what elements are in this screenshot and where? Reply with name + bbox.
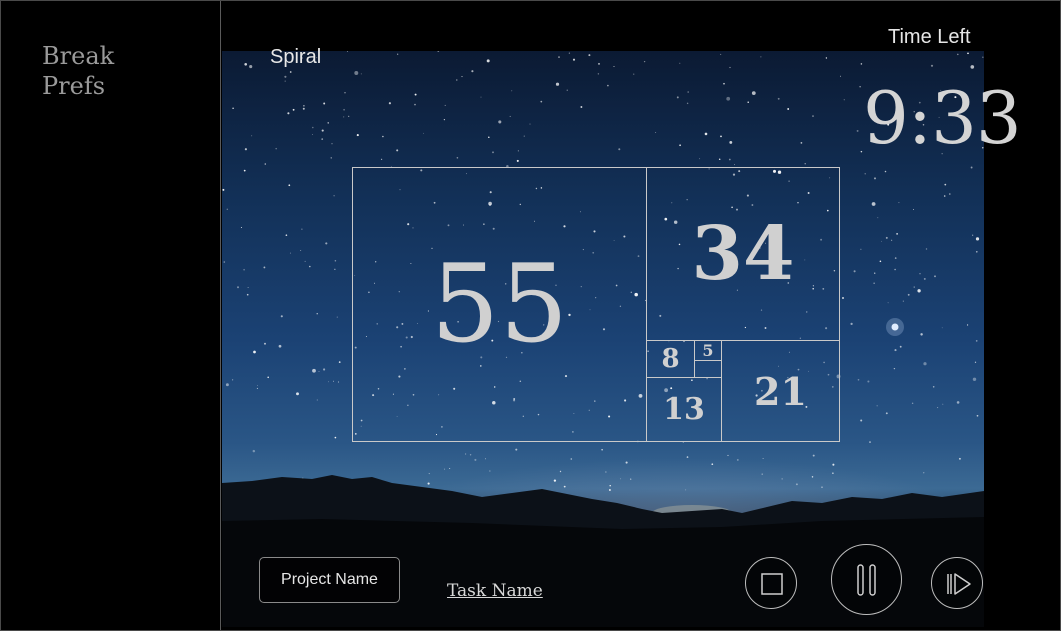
fibonacci-square-5: 5 bbox=[694, 340, 722, 361]
fibonacci-square-55: 55 bbox=[352, 167, 647, 442]
time-left-label: Time Left bbox=[888, 26, 971, 48]
fibonacci-square-13: 13 bbox=[646, 377, 722, 442]
fibonacci-square-small bbox=[694, 360, 722, 378]
break-screen: Spiral Time Left 9:33 55 34 21 13 8 5 Pr… bbox=[222, 1, 1060, 630]
pause-button[interactable] bbox=[831, 544, 902, 615]
task-name-link[interactable]: Task Name bbox=[447, 581, 543, 601]
sidebar: Break Prefs bbox=[1, 1, 221, 630]
mode-label: Spiral bbox=[270, 46, 322, 68]
fibonacci-square-8: 8 bbox=[646, 340, 695, 378]
sidebar-item-prefs[interactable]: Prefs bbox=[42, 71, 105, 101]
sidebar-item-break[interactable]: Break bbox=[42, 41, 114, 71]
app-window: Break Prefs Spiral Time Left 9:33 55 34 … bbox=[0, 0, 1061, 631]
time-remaining: 9:33 bbox=[863, 76, 1022, 160]
fibonacci-square-34: 34 bbox=[646, 167, 840, 341]
skip-forward-icon bbox=[947, 573, 971, 595]
stop-icon bbox=[761, 573, 783, 595]
pause-icon bbox=[857, 564, 876, 596]
skip-forward-button[interactable] bbox=[931, 557, 983, 609]
fibonacci-square-21: 21 bbox=[721, 340, 840, 442]
stop-button[interactable] bbox=[745, 557, 797, 609]
project-name-button[interactable]: Project Name bbox=[259, 557, 400, 603]
